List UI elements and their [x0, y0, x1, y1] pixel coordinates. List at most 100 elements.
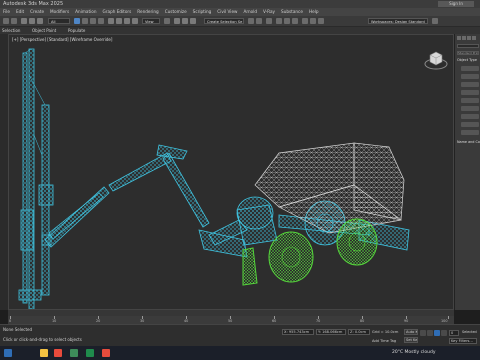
selection-filter-dropdown[interactable]: All [48, 18, 70, 24]
z-coordinate-field[interactable]: Z: 0.0cm [348, 329, 370, 335]
category-icons-row[interactable] [457, 44, 479, 48]
link-icon[interactable] [21, 18, 27, 24]
ribbon-tab-object-paint[interactable]: Object Paint [32, 27, 56, 34]
selected-keys-dropdown[interactable]: Selected [462, 330, 477, 334]
window-crossing-icon[interactable] [98, 18, 104, 24]
placement-icon[interactable] [132, 18, 138, 24]
reference-coord-dropdown[interactable]: View [142, 18, 160, 24]
set-key-button[interactable]: Set Key [404, 337, 418, 343]
menu-file[interactable]: File [0, 8, 13, 16]
play-icon[interactable] [434, 330, 440, 336]
primitive-button-4[interactable] [461, 90, 479, 95]
window-title: Autodesk 3ds Max 2025 [3, 1, 64, 7]
percent-snap-icon[interactable] [190, 18, 196, 24]
select-object-icon[interactable] [74, 18, 80, 24]
primitive-button-5[interactable] [461, 98, 479, 103]
3ds-max-icon[interactable] [70, 349, 78, 357]
primitive-button-1[interactable] [461, 66, 479, 71]
menu-edit[interactable]: Edit [13, 8, 27, 16]
excel-icon[interactable] [86, 349, 94, 357]
file-explorer-icon[interactable] [40, 349, 48, 357]
layer-explorer-icon[interactable] [266, 18, 272, 24]
menu-scripting[interactable]: Scripting [190, 8, 215, 16]
weather-widget[interactable]: 20°C Mostly cloudy [392, 346, 436, 360]
menu-modifiers[interactable]: Modifiers [47, 8, 72, 16]
snaps-toggle-icon[interactable] [174, 18, 180, 24]
ruler-label: 80 [360, 319, 365, 323]
ruler-label: 30 [140, 319, 145, 323]
key-filters-button[interactable]: Key Filters... [449, 338, 477, 344]
current-frame-field[interactable]: 0 [449, 330, 459, 336]
primitive-button-2[interactable] [461, 74, 479, 79]
rect-selection-icon[interactable] [90, 18, 96, 24]
folder-icon[interactable] [432, 18, 438, 24]
x-coordinate-field[interactable]: X: 955.743cm [282, 329, 314, 335]
primitive-button-6[interactable] [461, 106, 479, 111]
material-editor-icon[interactable] [292, 18, 298, 24]
primitive-button-3[interactable] [461, 82, 479, 87]
next-frame-icon[interactable] [441, 330, 447, 336]
render-frame-icon[interactable] [310, 18, 316, 24]
modify-tab-icon[interactable] [462, 36, 466, 40]
menu-vray[interactable]: V-Ray [260, 8, 278, 16]
add-time-tag-button[interactable]: Add Time Tag [372, 339, 396, 343]
perspective-viewport[interactable]: [+] [Perspective] [Standard] [Wireframe … [8, 34, 454, 310]
ruler-label: 20 [96, 319, 101, 323]
select-by-name-icon[interactable] [82, 18, 88, 24]
motion-tab-icon[interactable] [472, 36, 476, 40]
menu-create[interactable]: Create [27, 8, 47, 16]
object-type-rollout[interactable]: Object Type [457, 58, 477, 62]
primitive-button-8[interactable] [461, 122, 479, 127]
previous-frame-icon[interactable] [427, 330, 433, 336]
name-and-color-rollout[interactable]: Name and Color [457, 140, 480, 144]
auto-key-button[interactable]: Auto Key [404, 329, 418, 335]
chrome-icon[interactable] [54, 349, 62, 357]
hierarchy-tab-icon[interactable] [467, 36, 471, 40]
schematic-view-icon[interactable] [284, 18, 290, 24]
title-bar: Autodesk 3ds Max 2025 Sign In [0, 0, 480, 8]
wireframe-machine-model[interactable] [9, 35, 454, 310]
primitive-type-dropdown[interactable]: Standard Primitives [457, 51, 479, 55]
curve-editor-icon[interactable] [276, 18, 282, 24]
unlink-icon[interactable] [29, 18, 35, 24]
go-to-start-icon[interactable] [420, 330, 426, 336]
primitive-button-7[interactable] [461, 114, 479, 119]
ruler-label: 90 [404, 319, 409, 323]
menu-rendering[interactable]: Rendering [134, 8, 161, 16]
ruler-label: 70 [316, 319, 321, 323]
ruler-label: 60 [272, 319, 277, 323]
named-selection-set-dropdown[interactable]: Create Selection Se [204, 18, 244, 24]
menu-animation[interactable]: Animation [72, 8, 99, 16]
align-icon[interactable] [256, 18, 262, 24]
track-bar[interactable]: 0 10 20 30 40 50 60 70 80 90 100 [8, 316, 454, 324]
create-tab-icon[interactable] [457, 36, 461, 40]
workspace-dropdown[interactable]: Workspaces: Design Standard [368, 18, 428, 24]
status-bar: None Selected Click or click-and-drag to… [0, 324, 480, 347]
primitive-button-9[interactable] [461, 130, 479, 135]
menu-graph-editors[interactable]: Graph Editors [100, 8, 135, 16]
undo-icon[interactable] [3, 18, 9, 24]
sign-in-button[interactable]: Sign In [438, 1, 474, 7]
ribbon-tab-selection[interactable]: Selection [2, 27, 20, 34]
scale-icon[interactable] [124, 18, 130, 24]
menu-help[interactable]: Help [306, 8, 322, 16]
rotate-icon[interactable] [116, 18, 122, 24]
render-teapot-icon[interactable] [318, 18, 324, 24]
redo-icon[interactable] [11, 18, 17, 24]
windows-taskbar: 20°C Mostly cloudy [0, 346, 480, 360]
render-setup-icon[interactable] [302, 18, 308, 24]
mirror-icon[interactable] [248, 18, 254, 24]
windows-start-icon[interactable] [4, 349, 12, 357]
app-icon[interactable] [102, 349, 110, 357]
angle-snap-icon[interactable] [182, 18, 188, 24]
menu-substance[interactable]: Substance [278, 8, 306, 16]
ruler-label: 40 [184, 319, 189, 323]
pivot-center-icon[interactable] [164, 18, 170, 24]
ribbon-tab-populate[interactable]: Populate [68, 27, 85, 34]
move-icon[interactable] [108, 18, 114, 24]
menu-civil-view[interactable]: Civil View [214, 8, 240, 16]
menu-arnold[interactable]: Arnold [240, 8, 260, 16]
y-coordinate-field[interactable]: Y: 168.066cm [316, 329, 346, 335]
bind-space-warp-icon[interactable] [37, 18, 43, 24]
menu-customize[interactable]: Customize [162, 8, 190, 16]
